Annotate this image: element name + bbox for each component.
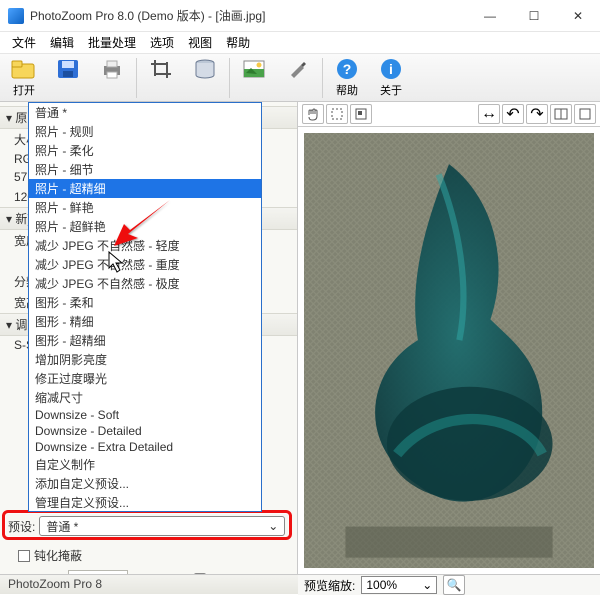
separator: [322, 58, 323, 98]
window-controls: — ☐ ✕: [468, 1, 600, 31]
preset-label: 预设:: [8, 518, 35, 535]
database-icon: [191, 56, 219, 82]
preset-combo[interactable]: 普通 * ⌄: [39, 516, 285, 536]
svg-text:?: ?: [343, 61, 352, 77]
chevron-down-icon: ⌄: [422, 578, 432, 592]
strength-input[interactable]: ▴▾: [68, 570, 128, 574]
menu-help[interactable]: 帮助: [220, 32, 256, 53]
save-button[interactable]: [46, 56, 90, 82]
sharpen-checkbox[interactable]: [18, 550, 30, 562]
open-button[interactable]: 打开: [2, 56, 46, 98]
flip-h-button[interactable]: ↔: [478, 104, 500, 124]
image-icon: [240, 56, 268, 82]
preset-option[interactable]: 普通 *: [29, 103, 261, 122]
preset-option[interactable]: 缩减尺寸: [29, 388, 261, 407]
about-button[interactable]: i 关于: [369, 56, 413, 98]
about-label: 关于: [380, 82, 402, 98]
maximize-button[interactable]: ☐: [512, 1, 556, 31]
zoom-plus-icon[interactable]: 🔍: [443, 575, 465, 595]
preset-option[interactable]: 添加自定义预设...: [29, 474, 261, 493]
titlebar: PhotoZoom Pro 8.0 (Demo 版本) - [油画.jpg] —…: [0, 0, 600, 32]
preset-row: 预设: 普通 * ⌄: [8, 516, 285, 536]
window-title: PhotoZoom Pro 8.0 (Demo 版本) - [油画.jpg]: [30, 7, 468, 24]
section-original-label: ▾ 原: [6, 109, 27, 126]
rotate-left-button[interactable]: ↶: [502, 104, 524, 124]
rotate-right-button[interactable]: ↷: [526, 104, 548, 124]
image-canvas[interactable]: [298, 127, 600, 574]
preset-option[interactable]: 图形 - 超精细: [29, 331, 261, 350]
open-label: 打开: [13, 82, 35, 98]
nav-tool[interactable]: [350, 104, 372, 124]
lower-controls: 钝化掩蔽 强度: ▴▾ 半径: ▴▾ ✓ 揭示细节 强度: 30.00▴▾: [0, 544, 297, 574]
image-button[interactable]: [232, 56, 276, 82]
zoom-value: 100%: [366, 578, 397, 592]
preset-value: 普通 *: [46, 518, 78, 535]
tools-icon: [284, 56, 312, 82]
chevron-down-icon: ⌄: [268, 519, 278, 533]
help-button[interactable]: ? 帮助: [325, 56, 369, 98]
preset-option[interactable]: Downsize - Detailed: [29, 423, 261, 439]
menu-options[interactable]: 选项: [144, 32, 180, 53]
preset-option[interactable]: 照片 - 鲜艳: [29, 198, 261, 217]
folder-icon: [10, 56, 38, 82]
zoom-combo[interactable]: 100% ⌄: [361, 576, 437, 594]
preset-dropdown[interactable]: 普通 *照片 - 规则照片 - 柔化照片 - 细节照片 - 超精细照片 - 鲜艳…: [28, 102, 262, 512]
single-view-button[interactable]: [574, 104, 596, 124]
preset-option[interactable]: 减少 JPEG 不自然感 - 重度: [29, 255, 261, 274]
save-icon: [54, 56, 82, 82]
preset-option[interactable]: 减少 JPEG 不自然感 - 轻度: [29, 236, 261, 255]
separator: [229, 58, 230, 98]
marquee-tool[interactable]: [326, 104, 348, 124]
image-toolbar: ↔ ↶ ↷: [298, 102, 600, 127]
zoom-label: 预览缩放:: [304, 577, 355, 594]
preset-option[interactable]: 管理自定义预设...: [29, 493, 261, 512]
batch-button[interactable]: [183, 56, 227, 82]
menu-edit[interactable]: 编辑: [44, 32, 80, 53]
menu-file[interactable]: 文件: [6, 32, 42, 53]
right-panel: ↔ ↶ ↷: [298, 102, 600, 574]
preset-option[interactable]: 照片 - 超精细: [29, 179, 261, 198]
separator: [136, 58, 137, 98]
help-icon: ?: [333, 56, 361, 82]
info-icon: i: [377, 56, 405, 82]
close-button[interactable]: ✕: [556, 1, 600, 31]
crop-icon: [147, 56, 175, 82]
print-button[interactable]: [90, 56, 134, 82]
help-label: 帮助: [336, 82, 358, 98]
section-adjust-label: ▾ 调: [6, 316, 27, 333]
preset-option[interactable]: Downsize - Extra Detailed: [29, 439, 261, 455]
toolbar: 打开 ? 帮助 i: [0, 54, 600, 102]
crop-button[interactable]: [139, 56, 183, 82]
strength-label: 强度:: [18, 572, 64, 575]
minimize-button[interactable]: —: [468, 1, 512, 31]
zoom-bar: 预览缩放: 100% ⌄ 🔍: [298, 574, 600, 595]
menubar: 文件 编辑 批量处理 选项 视图 帮助: [0, 32, 600, 54]
preset-option[interactable]: 照片 - 规则: [29, 122, 261, 141]
preset-option[interactable]: 自定义制作: [29, 455, 261, 474]
tools-button[interactable]: [276, 56, 320, 82]
preset-option[interactable]: 照片 - 超鲜艳: [29, 217, 261, 236]
menu-view[interactable]: 视图: [182, 32, 218, 53]
preset-option[interactable]: 图形 - 柔和: [29, 293, 261, 312]
svg-text:i: i: [389, 61, 393, 77]
preset-option[interactable]: 照片 - 柔化: [29, 141, 261, 160]
preset-option[interactable]: Downsize - Soft: [29, 407, 261, 423]
app-icon: [8, 8, 24, 24]
preset-option[interactable]: 增加阴影亮度: [29, 350, 261, 369]
main-area: ▾ 原 大小 RGB/ 5773 120 俟 ▾ 新) 宽度 分辨率 宽高比 ▾…: [0, 102, 600, 574]
preset-option[interactable]: 图形 - 精细: [29, 312, 261, 331]
print-icon: [98, 56, 126, 82]
left-panel: ▾ 原 大小 RGB/ 5773 120 俟 ▾ 新) 宽度 分辨率 宽高比 ▾…: [0, 102, 298, 574]
sharpen-label: 钝化掩蔽: [34, 547, 82, 564]
split-view-button[interactable]: [550, 104, 572, 124]
status-text: PhotoZoom Pro 8: [8, 577, 102, 591]
preset-option[interactable]: 减少 JPEG 不自然感 - 极度: [29, 274, 261, 293]
preset-option[interactable]: 照片 - 细节: [29, 160, 261, 179]
hand-tool[interactable]: [302, 104, 324, 124]
preset-option[interactable]: 修正过度曝光: [29, 369, 261, 388]
menu-batch[interactable]: 批量处理: [82, 32, 142, 53]
